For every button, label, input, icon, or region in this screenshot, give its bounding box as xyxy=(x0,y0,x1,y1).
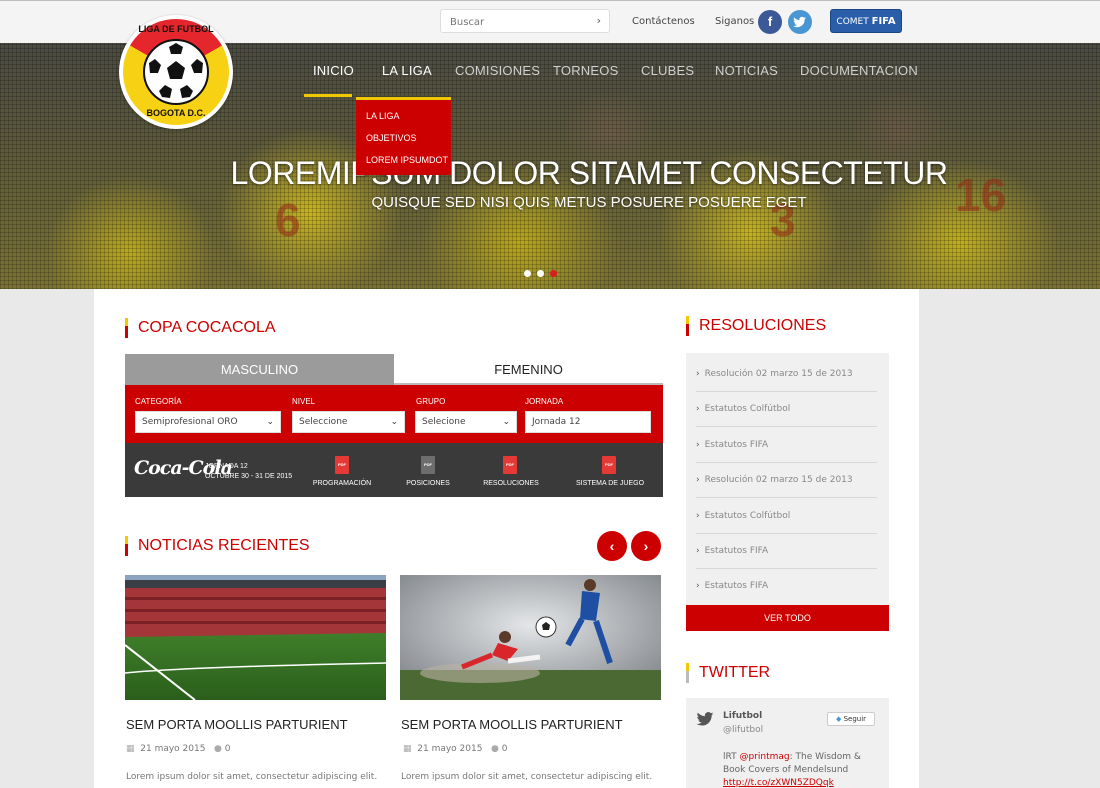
tweet-link[interactable]: http://t.co/zXWN5ZDQqk xyxy=(723,778,834,788)
twitter-widget: Lifutbol @lifutbol ◆ Seguir lRT @printma… xyxy=(686,698,889,788)
list-item[interactable]: › Estatutos FIFA xyxy=(696,569,877,604)
twitter-bird-icon xyxy=(696,712,714,726)
news-next-button[interactable]: › xyxy=(631,531,661,561)
twitter-name[interactable]: Lifutbol xyxy=(723,711,762,721)
tab-femenino[interactable]: FEMENINO xyxy=(394,354,663,385)
follow-label: Siganos xyxy=(715,16,755,27)
doc-resoluciones[interactable]: RESOLUCIONES xyxy=(479,480,543,487)
chevron-right-icon: › xyxy=(696,440,700,450)
chevron-down-icon: ⌄ xyxy=(266,417,274,427)
la-liga-dropdown: LA LIGA OBJETIVOS LOREM IPSUMDOT xyxy=(356,97,451,175)
resoluciones-list: › Resolución 02 marzo 15 de 2013 › Estatut… xyxy=(686,353,889,605)
dropdown-item-lorem[interactable]: LOREM IPSUMDOT xyxy=(356,149,451,171)
slider-dot[interactable] xyxy=(524,270,531,277)
list-item[interactable]: › Estatutos Colfútbol xyxy=(696,499,877,534)
nav-item-inicio[interactable]: INICIO xyxy=(313,63,354,78)
filters-panel: CATEGORÍA Semiprofesional ORO ⌄ NIVEL Sel… xyxy=(125,385,663,443)
nav-item-torneos[interactable]: TORNEOS xyxy=(553,63,618,78)
active-nav-indicator xyxy=(304,94,352,97)
doc-programacion[interactable]: PROGRAMACIÓN xyxy=(311,480,373,487)
nav-item-documentacion[interactable]: DOCUMENTACION xyxy=(800,63,918,78)
calendar-icon: ▦ xyxy=(126,744,135,754)
slider-dot[interactable] xyxy=(537,270,544,277)
gender-tabs: MASCULINO FEMENINO xyxy=(125,354,663,385)
news-image-players[interactable] xyxy=(400,575,661,700)
jornada-info: JORNADA 12 OCTUBRE 30 - 31 DE 2015 xyxy=(205,463,293,480)
twitter-handle[interactable]: @lifutbol xyxy=(723,725,763,735)
nav-item-clubes[interactable]: CLUBES xyxy=(641,63,694,78)
list-item[interactable]: › Resolución 02 marzo 15 de 2013 xyxy=(696,357,877,392)
chevron-right-icon: › xyxy=(696,404,700,414)
jornada-input[interactable]: Jornada 12 xyxy=(525,411,651,433)
hero-title: LOREMIPSUM DOLOR SITAMET CONSECTETUR xyxy=(230,155,948,191)
chevron-right-icon: › xyxy=(696,475,700,485)
chevron-right-icon: › xyxy=(696,511,700,521)
news-item-excerpt: Lorem ipsum dolor sit amet, consectetur … xyxy=(401,772,653,782)
list-item[interactable]: › Resolución 02 marzo 15 de 2013 xyxy=(696,463,877,498)
news-prev-button[interactable]: ‹ xyxy=(597,531,627,561)
comment-icon: ● xyxy=(491,744,499,754)
news-item-meta: ▦ 21 mayo 2015 ● 0 xyxy=(403,744,508,754)
news-image-stadium[interactable] xyxy=(125,575,386,700)
tweet-text: lRT @printmag: The Wisdom & Book Covers … xyxy=(723,752,861,788)
comment-icon: ● xyxy=(214,744,222,754)
news-item-excerpt: Lorem ipsum dolor sit amet, consectetur … xyxy=(126,772,378,782)
list-item[interactable]: › Estatutos FIFA xyxy=(696,428,877,463)
news-item-meta: ▦ 21 mayo 2015 ● 0 xyxy=(126,744,231,754)
filter-label-jornada: JORNADA xyxy=(525,397,564,406)
chevron-down-icon: ⌄ xyxy=(390,417,398,427)
filter-label-grupo: GRUPO xyxy=(416,397,446,406)
twitter-icon[interactable] xyxy=(788,10,812,34)
filter-label-categoria: CATEGORÍA xyxy=(135,397,182,406)
doc-posiciones[interactable]: POSICIONES xyxy=(398,480,458,487)
list-item[interactable]: › Estatutos FIFA xyxy=(696,534,877,569)
view-all-button[interactable]: VER TODO xyxy=(686,605,889,631)
filter-label-nivel: NIVEL xyxy=(292,397,316,406)
pdf-icon[interactable]: PDF xyxy=(335,456,349,474)
slider-dots xyxy=(524,262,563,281)
chevron-right-icon[interactable]: › xyxy=(597,14,601,27)
news-item-title[interactable]: SEM PORTA MOOLLIS PARTURIENT xyxy=(126,717,348,732)
chevron-right-icon: › xyxy=(696,546,700,556)
nivel-select[interactable]: Seleccione ⌄ xyxy=(292,411,405,433)
search-input[interactable] xyxy=(441,12,581,33)
facebook-icon[interactable]: f xyxy=(758,10,782,34)
chevron-down-icon: ⌄ xyxy=(502,417,510,427)
calendar-icon: ▦ xyxy=(403,744,412,754)
list-item[interactable]: › Estatutos Colfútbol xyxy=(696,392,877,427)
twitter-bird-small-icon: ◆ xyxy=(835,715,842,723)
league-logo[interactable]: LIGA DE FUTBOL BOGOTA D.C. xyxy=(119,15,233,129)
search-box[interactable]: › xyxy=(440,9,610,33)
slider-dot-active[interactable] xyxy=(550,270,557,277)
tab-masculino[interactable]: MASCULINO xyxy=(125,354,394,385)
chevron-right-icon: › xyxy=(696,581,700,591)
twitter-title: TWITTER xyxy=(686,663,770,683)
contact-link[interactable]: Contáctenos xyxy=(632,16,695,27)
soccer-ball-icon xyxy=(146,42,206,102)
news-title: NOTICIAS RECIENTES xyxy=(125,536,310,556)
pdf-icon[interactable]: PDF xyxy=(602,456,616,474)
nav-item-la-liga[interactable]: LA LIGA xyxy=(382,63,432,78)
chevron-right-icon: › xyxy=(696,369,700,379)
nav-item-comisiones[interactable]: COMISIONES xyxy=(455,63,540,78)
dropdown-item-objetivos[interactable]: OBJETIVOS xyxy=(356,127,451,149)
grupo-select[interactable]: Selecione ⌄ xyxy=(415,411,517,433)
logo-top-text: LIGA DE FUTBOL xyxy=(138,24,214,34)
pdf-icon[interactable]: PDF xyxy=(421,456,435,474)
logo-bottom-text: BOGOTA D.C. xyxy=(146,108,206,118)
comet-fifa-button[interactable]: COMET FIFA xyxy=(830,9,902,33)
hero-subtitle: QUISQUE SED NISI QUIS METUS POSUERE POSU… xyxy=(371,194,807,211)
twitter-follow-button[interactable]: ◆ Seguir xyxy=(827,712,875,726)
categoria-select[interactable]: Semiprofesional ORO ⌄ xyxy=(135,411,281,433)
nav-item-noticias[interactable]: NOTICIAS xyxy=(715,63,778,78)
doc-sistema-de-juego[interactable]: SISTEMA DE JUEGO xyxy=(570,480,650,487)
documents-bar: Coca-Cola JORNADA 12 OCTUBRE 30 - 31 DE … xyxy=(125,443,663,497)
news-item-title[interactable]: SEM PORTA MOOLLIS PARTURIENT xyxy=(401,717,623,732)
tweet-mention[interactable]: @printmag xyxy=(739,752,789,762)
pdf-icon[interactable]: PDF xyxy=(503,456,517,474)
dropdown-item-la-liga[interactable]: LA LIGA xyxy=(356,105,451,127)
resoluciones-title: RESOLUCIONES xyxy=(686,316,826,336)
copa-title: COPA COCACOLA xyxy=(125,318,276,338)
